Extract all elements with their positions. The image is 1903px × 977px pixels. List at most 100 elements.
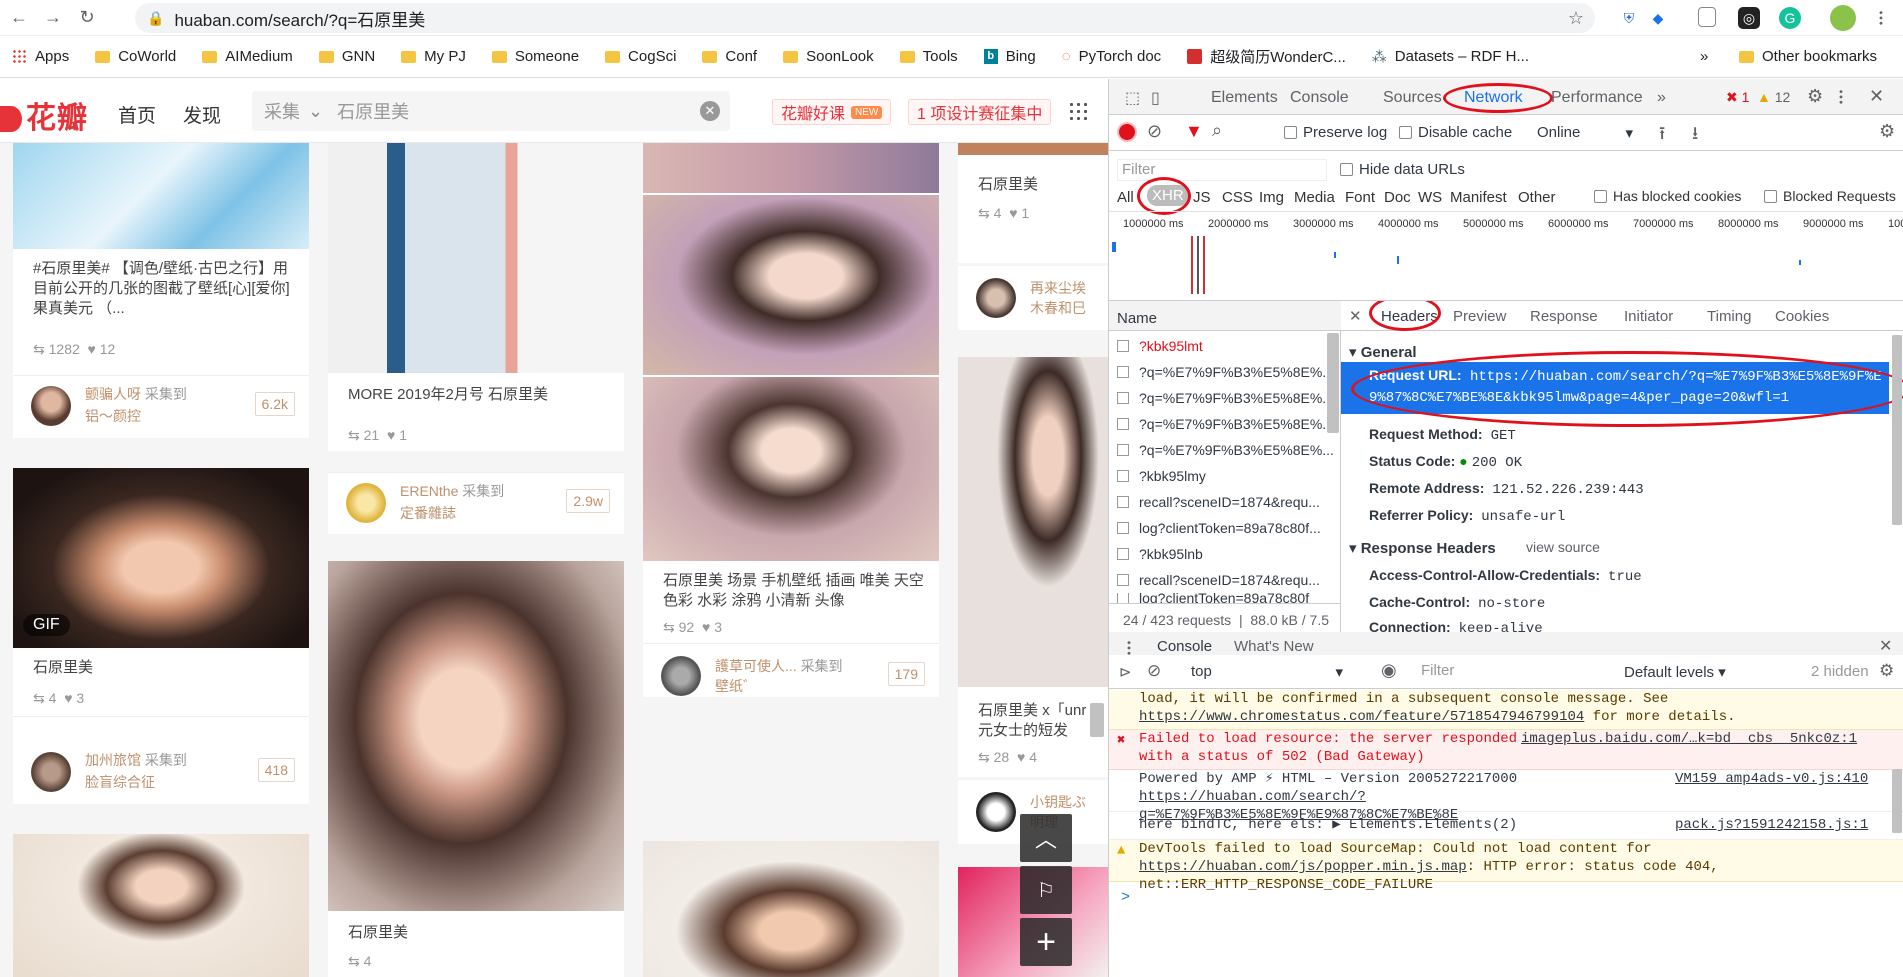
live-expression-eye-icon[interactable]: ◉ bbox=[1381, 660, 1397, 681]
tab-overflow[interactable]: » bbox=[1657, 89, 1666, 107]
tab-response[interactable]: Response bbox=[1530, 308, 1598, 325]
bookmark-conf[interactable]: Conf bbox=[702, 48, 757, 65]
bookmark-mypj[interactable]: My PJ bbox=[401, 48, 466, 65]
tab-network[interactable]: Network bbox=[1464, 89, 1523, 107]
pin-image[interactable] bbox=[643, 841, 939, 977]
request-row[interactable]: ?kbk95lnb bbox=[1117, 541, 1335, 567]
request-row[interactable]: ?kbk95lmt bbox=[1117, 333, 1335, 359]
throttle-select[interactable]: Online ▾ bbox=[1537, 124, 1637, 142]
close-drawer-icon[interactable]: ✕ bbox=[1879, 636, 1892, 656]
screenshot-extension-icon[interactable]: ◎ bbox=[1738, 7, 1760, 29]
name-column-header[interactable]: Name bbox=[1109, 301, 1341, 331]
site-search[interactable]: 采集 ⌄ 石原里美 ✕ bbox=[252, 91, 730, 131]
tab-sources[interactable]: Sources bbox=[1383, 89, 1442, 107]
bookmark-aimedium[interactable]: AIMedium bbox=[202, 48, 293, 65]
record-icon[interactable] bbox=[1119, 124, 1135, 140]
warning-count[interactable]: ▲ 12 bbox=[1757, 89, 1790, 105]
bookmark-coworld[interactable]: CoWorld bbox=[95, 48, 176, 65]
request-row[interactable]: ?q=%E7%9F%B3%E5%8E%... bbox=[1117, 385, 1335, 411]
collector-name[interactable]: 再来尘埃 bbox=[1030, 278, 1086, 298]
console-prompt[interactable]: > bbox=[1121, 889, 1130, 906]
settings-gear-icon[interactable]: ⚙ bbox=[1807, 86, 1823, 107]
request-list-scrollbar[interactable] bbox=[1327, 333, 1339, 433]
bookmark-pytorch[interactable]: ◌ PyTorch doc bbox=[1062, 48, 1161, 65]
levels-select[interactable]: Default levels ▾ bbox=[1624, 663, 1726, 681]
type-media[interactable]: Media bbox=[1294, 189, 1335, 206]
tab-initiator[interactable]: Initiator bbox=[1624, 308, 1673, 325]
avatar[interactable] bbox=[346, 483, 386, 523]
pin-card[interactable]: 石原里美 ⇆ 4 ♥ 1 bbox=[958, 143, 1108, 263]
pin-image[interactable] bbox=[13, 834, 309, 977]
collector-name[interactable]: 小钥匙ぶ bbox=[1030, 792, 1086, 812]
bookmark-tools[interactable]: Tools bbox=[899, 48, 958, 65]
console-link[interactable]: https://www.chromestatus.com/feature/571… bbox=[1139, 709, 1584, 725]
avatar[interactable] bbox=[976, 792, 1016, 832]
forward-icon[interactable]: → bbox=[38, 3, 68, 33]
preserve-log-checkbox[interactable]: Preserve log bbox=[1284, 124, 1387, 141]
promo-contest[interactable]: 1 项设计赛征集中 bbox=[908, 99, 1052, 125]
avatar[interactable] bbox=[31, 386, 71, 426]
tab-performance[interactable]: Performance bbox=[1551, 89, 1643, 107]
disable-cache-checkbox[interactable]: Disable cache bbox=[1399, 124, 1512, 141]
add-pin-button[interactable]: + bbox=[1020, 918, 1072, 966]
pin-card[interactable]: 石原里美 ⇆ 4 bbox=[328, 561, 624, 977]
pin-image[interactable] bbox=[958, 143, 1108, 155]
clear-search-icon[interactable]: ✕ bbox=[700, 101, 720, 121]
bookmark-apps[interactable]: Apps bbox=[12, 48, 69, 65]
console-source-link[interactable]: pack.js?1591242158.js:1 bbox=[1675, 816, 1868, 834]
search-input[interactable]: 石原里美 bbox=[337, 98, 409, 124]
bookmark-bing[interactable]: b Bing bbox=[983, 48, 1036, 65]
type-other[interactable]: Other bbox=[1518, 189, 1556, 206]
pin-image[interactable] bbox=[328, 561, 624, 911]
pin-card[interactable]: 石原里美 场景 手机壁纸 插画 唯美 天空 色彩 水彩 涂鸦 小清新 头像 ⇆ … bbox=[643, 143, 939, 697]
bookmarks-overflow[interactable]: » bbox=[1700, 48, 1708, 65]
search-icon[interactable]: ⌕ bbox=[1212, 120, 1222, 141]
search-scope[interactable]: 采集 bbox=[264, 98, 300, 124]
page-scrollbar[interactable] bbox=[1090, 703, 1104, 737]
type-font[interactable]: Font bbox=[1345, 189, 1375, 206]
request-url-row[interactable]: Request URL: https://huaban.com/search/?… bbox=[1341, 362, 1889, 414]
pin-image[interactable] bbox=[328, 143, 624, 373]
translate-extension-icon[interactable]: ◆ bbox=[1647, 7, 1669, 29]
pin-card[interactable]: 石原里美 x「unr元女士的短发 ⇆ 28 ♥ 4 bbox=[958, 357, 1108, 777]
pin-card[interactable]: MORE 2019年2月号 石原里美 ⇆ 21 ♥ 1 bbox=[328, 143, 624, 451]
close-devtools-icon[interactable]: ✕ bbox=[1869, 86, 1884, 107]
drawer-tab-whats-new[interactable]: What's New bbox=[1234, 638, 1314, 655]
nav-home[interactable]: 首页 bbox=[118, 101, 156, 128]
tab-console[interactable]: Console bbox=[1290, 89, 1349, 107]
board-name[interactable]: 脸盲综合征 bbox=[85, 772, 155, 792]
type-all[interactable]: All bbox=[1117, 189, 1134, 206]
type-img[interactable]: Img bbox=[1259, 189, 1284, 206]
import-har-icon[interactable]: ⭱ bbox=[1659, 121, 1665, 151]
request-row[interactable]: ?q=%E7%9F%B3%E5%8E%... bbox=[1117, 359, 1335, 385]
bookmark-wondercv[interactable]: 超级简历WonderC... bbox=[1187, 46, 1346, 67]
console-scrollbar[interactable] bbox=[1892, 769, 1902, 833]
bookmark-cogsci[interactable]: CogSci bbox=[605, 48, 676, 65]
console-source-link[interactable]: VM159 amp4ads-v0.js:410 bbox=[1675, 770, 1868, 788]
chrome-menu-icon[interactable] bbox=[1879, 10, 1883, 26]
filter-input[interactable]: Filter bbox=[1117, 159, 1327, 181]
collector-name[interactable]: 颤骗人呀 采集到 bbox=[85, 384, 187, 404]
scroll-top-button[interactable]: ︿ bbox=[1020, 814, 1072, 862]
grammarly-icon[interactable]: G bbox=[1779, 7, 1801, 29]
nav-discover[interactable]: 发现 bbox=[183, 101, 221, 128]
request-row[interactable]: recall?sceneID=1874&requ... bbox=[1117, 489, 1335, 515]
request-row[interactable]: ?q=%E7%9F%B3%E5%8E%... bbox=[1117, 437, 1335, 463]
collector-name[interactable]: ERENthe 采集到 bbox=[400, 481, 504, 501]
sidebar-toggle-icon[interactable]: ⊳ bbox=[1119, 663, 1132, 681]
request-row[interactable]: ?kbk95lmy bbox=[1117, 463, 1335, 489]
network-overview[interactable]: 1000000 ms 2000000 ms 3000000 ms 4000000… bbox=[1109, 211, 1903, 301]
bookmark-soonlook[interactable]: SoonLook bbox=[783, 48, 874, 65]
pin-card[interactable]: #石原里美# 【调色/壁纸·古巴之行】用目前公开的几张的图截了壁纸[心][爱你]… bbox=[13, 143, 309, 401]
pin-image[interactable] bbox=[643, 377, 939, 561]
console-settings-icon[interactable]: ⚙ bbox=[1879, 661, 1894, 681]
console-filter-input[interactable]: Filter bbox=[1415, 659, 1601, 683]
pin-image[interactable] bbox=[13, 143, 309, 249]
object-expander[interactable]: ▶ Elements.Elements(2) bbox=[1332, 817, 1517, 833]
pin-card[interactable]: GIF 石原里美 ⇆ 4 ♥ 3 bbox=[13, 468, 309, 742]
tab-headers[interactable]: Headers bbox=[1381, 308, 1438, 325]
filter-icon[interactable]: ▼ bbox=[1185, 121, 1203, 142]
console-source-link[interactable]: imageplus.baidu.com/…k=bd__cbs__5nkc0z:1 bbox=[1521, 730, 1857, 748]
bookmark-other[interactable]: Other bookmarks bbox=[1739, 48, 1877, 65]
type-css[interactable]: CSS bbox=[1222, 189, 1253, 206]
